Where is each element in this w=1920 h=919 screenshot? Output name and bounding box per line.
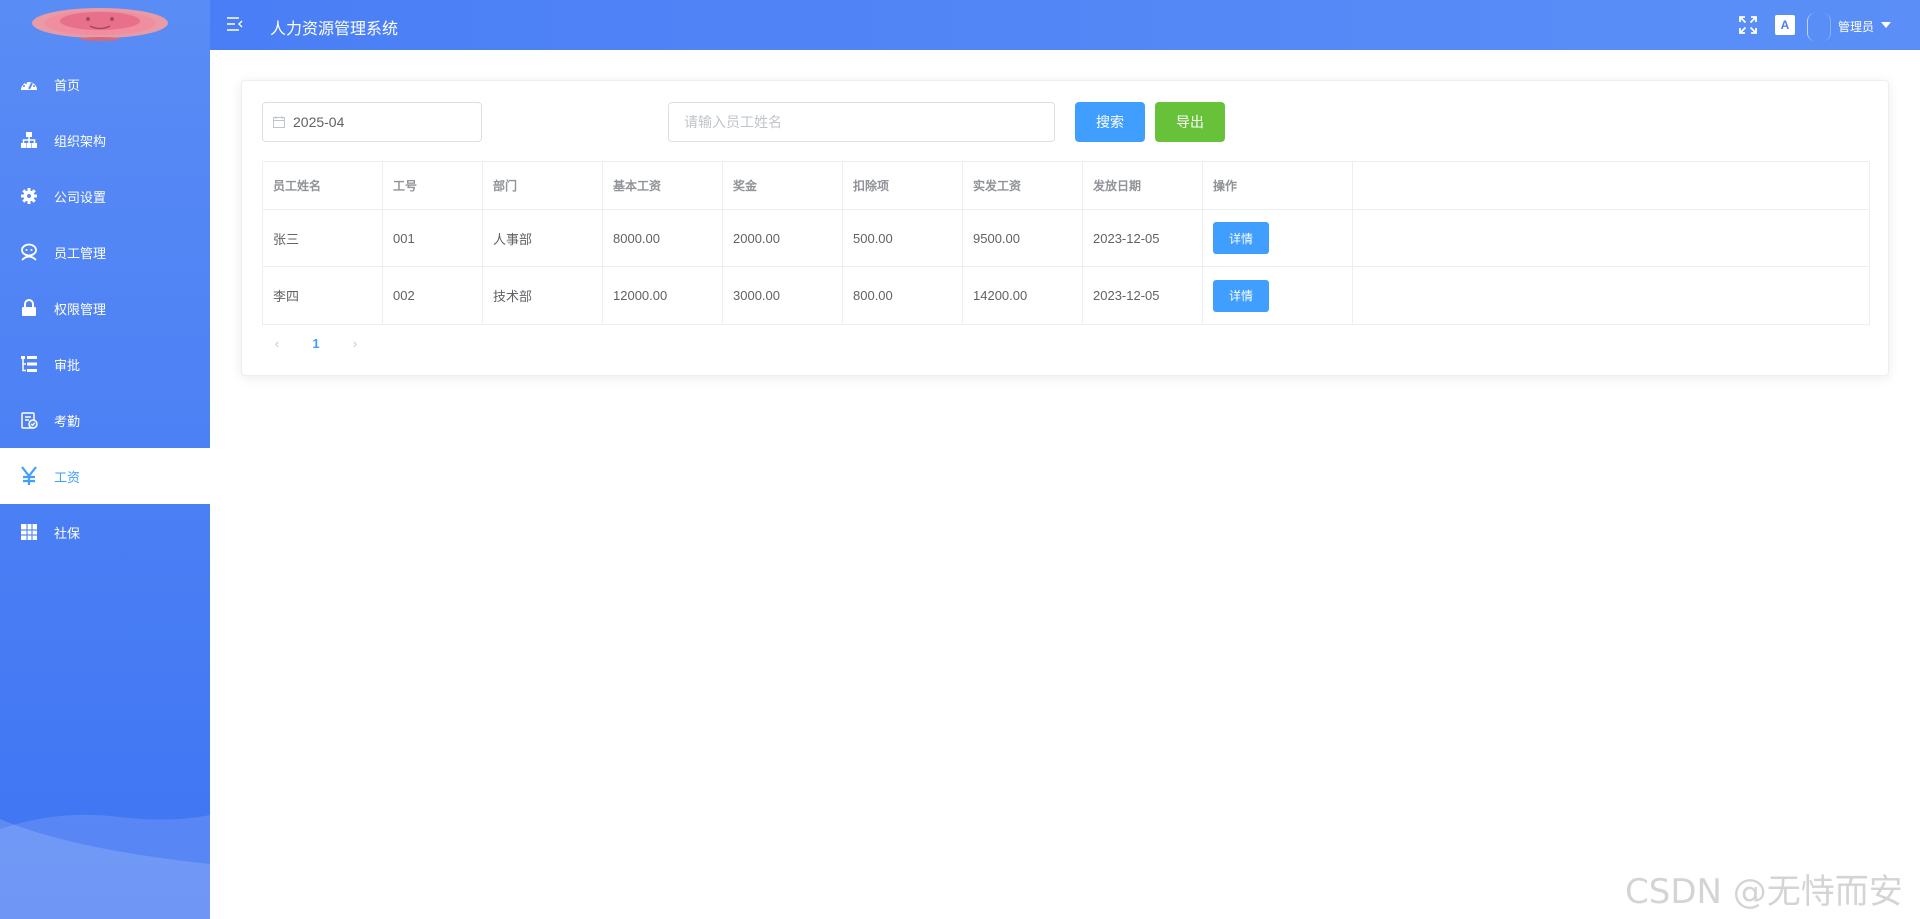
sidebar-item-label: 审批 <box>54 357 81 373</box>
sidebar-item-label: 首页 <box>54 77 81 93</box>
cell-id: 002 <box>383 267 483 324</box>
cell-bonus: 2000.00 <box>723 210 843 266</box>
sidebar-item-label: 社保 <box>54 525 81 541</box>
column-header: 部门 <box>483 162 603 209</box>
column-header: 操作 <box>1203 162 1353 209</box>
column-header: 工号 <box>383 162 483 209</box>
detail-button[interactable]: 详情 <box>1213 222 1269 254</box>
tree-icon <box>19 130 39 150</box>
tree-table-icon <box>19 354 39 374</box>
cell-net: 14200.00 <box>963 267 1083 324</box>
detail-button[interactable]: 详情 <box>1213 279 1269 312</box>
page-number[interactable]: 1 <box>292 331 340 355</box>
month-picker[interactable]: 2025-04 <box>262 102 482 142</box>
sidebar-item-label: 权限管理 <box>54 301 107 317</box>
cell-date: 2023-12-05 <box>1083 210 1203 266</box>
sidebar-wave-decoration <box>0 814 210 919</box>
clipboard-icon <box>19 410 39 430</box>
cell-net: 9500.00 <box>963 210 1083 266</box>
employee-name-search-input[interactable] <box>668 102 1055 142</box>
caret-down-icon[interactable] <box>1881 22 1891 28</box>
sidebar-item-approval[interactable]: 审批 <box>0 336 210 392</box>
fullscreen-icon[interactable] <box>1739 16 1757 34</box>
sidebar-item-label: 公司设置 <box>54 189 107 205</box>
table-header-row: 员工姓名 工号 部门 基本工资 奖金 扣除项 实发工资 发放日期 操作 <box>263 162 1869 210</box>
sidebar-menu: 首页 组织架构 公司设置 员工管理 权限管理 审批 考勤 工资 社保 <box>0 56 210 560</box>
sidebar-item-social-insurance[interactable]: 社保 <box>0 504 210 560</box>
table-filler <box>1353 210 1869 266</box>
sidebar-item-org[interactable]: 组织架构 <box>0 112 210 168</box>
table-row: 李四 002 技术部 12000.00 3000.00 800.00 14200… <box>263 267 1869 324</box>
yen-icon <box>19 466 39 486</box>
avatar[interactable] <box>1807 13 1831 41</box>
app-title: 人力资源管理系统 <box>270 21 399 38</box>
column-header: 奖金 <box>723 162 843 209</box>
sidebar: 首页 组织架构 公司设置 员工管理 权限管理 审批 考勤 工资 社保 <box>0 0 210 919</box>
cell-action: 详情 <box>1203 210 1353 266</box>
column-header: 实发工资 <box>963 162 1083 209</box>
pagination: ‹ 1 › <box>262 331 370 355</box>
sidebar-item-employees[interactable]: 员工管理 <box>0 224 210 280</box>
cell-base: 8000.00 <box>603 210 723 266</box>
sidebar-item-attendance[interactable]: 考勤 <box>0 392 210 448</box>
language-icon[interactable]: A <box>1775 15 1795 35</box>
table-filler <box>1353 267 1869 324</box>
prev-page-button[interactable]: ‹ <box>262 331 292 355</box>
cell-id: 001 <box>383 210 483 266</box>
top-header: 人力资源管理系统 A 管理员 <box>210 0 1920 50</box>
column-header: 员工姓名 <box>263 162 383 209</box>
sidebar-item-label: 工资 <box>54 469 81 485</box>
cell-name: 李四 <box>263 267 383 324</box>
table-filler <box>1353 162 1869 209</box>
export-button[interactable]: 导出 <box>1155 102 1225 142</box>
sidebar-item-permissions[interactable]: 权限管理 <box>0 280 210 336</box>
logo <box>32 8 168 41</box>
cell-date: 2023-12-05 <box>1083 267 1203 324</box>
search-button[interactable]: 搜索 <box>1075 102 1145 142</box>
cell-base: 12000.00 <box>603 267 723 324</box>
column-header: 扣除项 <box>843 162 963 209</box>
month-value: 2025-04 <box>293 114 345 130</box>
sidebar-item-label: 员工管理 <box>54 245 107 261</box>
dashboard-icon <box>19 74 39 94</box>
user-name[interactable]: 管理员 <box>1838 18 1874 35</box>
sidebar-item-label: 组织架构 <box>54 133 107 149</box>
cell-deduction: 800.00 <box>843 267 963 324</box>
cell-deduction: 500.00 <box>843 210 963 266</box>
column-header: 基本工资 <box>603 162 723 209</box>
calendar-icon <box>273 116 285 128</box>
lock-icon <box>19 298 39 318</box>
sidebar-item-home[interactable]: 首页 <box>0 56 210 112</box>
table-row: 张三 001 人事部 8000.00 2000.00 500.00 9500.0… <box>263 210 1869 267</box>
cell-dept: 人事部 <box>483 210 603 266</box>
sidebar-item-company-settings[interactable]: 公司设置 <box>0 168 210 224</box>
table-icon <box>19 522 39 542</box>
sidebar-item-label: 考勤 <box>54 413 81 429</box>
people-icon <box>19 242 39 262</box>
cell-name: 张三 <box>263 210 383 266</box>
salary-table: 员工姓名 工号 部门 基本工资 奖金 扣除项 实发工资 发放日期 操作 张三 0… <box>262 161 1870 325</box>
gear-icon <box>19 186 39 206</box>
watermark: CSDN @无恃而安 <box>1625 872 1903 912</box>
column-header: 发放日期 <box>1083 162 1203 209</box>
cell-dept: 技术部 <box>483 267 603 324</box>
next-page-button[interactable]: › <box>340 331 370 355</box>
sidebar-item-salary[interactable]: 工资 <box>0 448 210 504</box>
menu-fold-icon[interactable] <box>226 15 244 33</box>
cell-bonus: 3000.00 <box>723 267 843 324</box>
cell-action: 详情 <box>1203 267 1353 324</box>
salary-card: 2025-04 搜索 导出 员工姓名 工号 部门 基本工资 奖金 扣除项 实发工… <box>241 80 1889 376</box>
